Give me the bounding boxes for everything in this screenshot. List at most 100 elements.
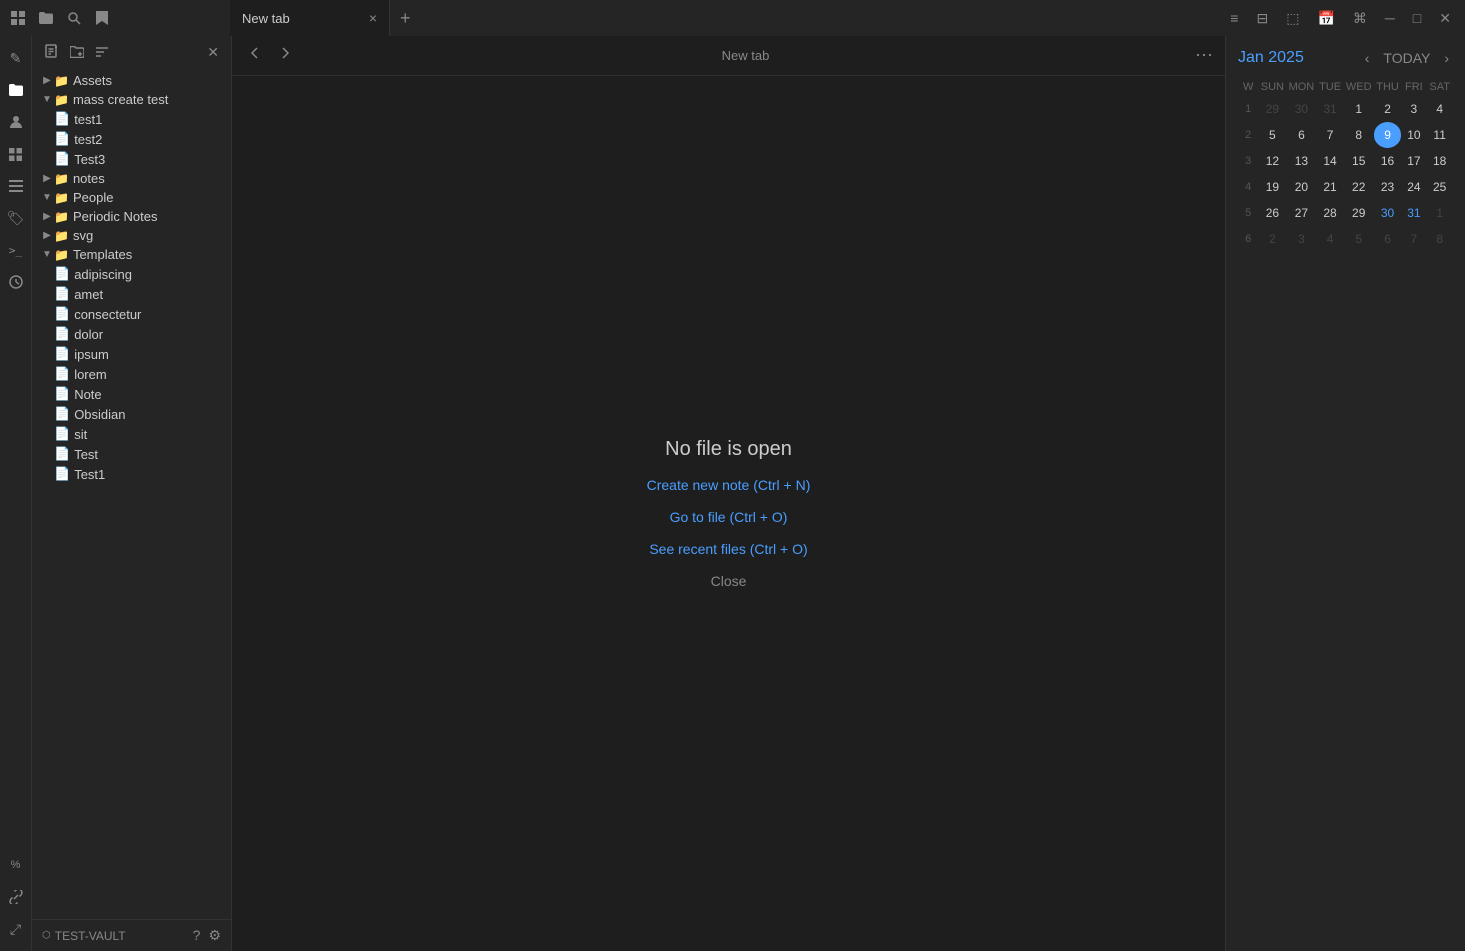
calendar-day[interactable]: 3 — [1401, 96, 1426, 122]
calendar-day[interactable]: 9 — [1374, 122, 1402, 148]
layout-icon[interactable]: ⊟ — [1250, 8, 1274, 29]
folder-nav-icon[interactable] — [2, 76, 30, 104]
calendar-day[interactable]: 29 — [1344, 200, 1374, 226]
calendar-day[interactable]: 26 — [1258, 200, 1286, 226]
calendar-day[interactable]: 20 — [1287, 174, 1317, 200]
week-number[interactable]: 6 — [1238, 226, 1258, 252]
calendar-day[interactable]: 24 — [1401, 174, 1426, 200]
calendar-day[interactable]: 27 — [1287, 200, 1317, 226]
go-to-file-link[interactable]: Go to file (Ctrl + O) — [670, 509, 788, 525]
tree-item-people[interactable]: ▼ 📁 People — [32, 188, 231, 207]
window-icon[interactable]: ⬚ — [1280, 8, 1305, 29]
calendar-day[interactable]: 28 — [1316, 200, 1344, 226]
calendar-day[interactable]: 8 — [1344, 122, 1374, 148]
calendar-day[interactable]: 22 — [1344, 174, 1374, 200]
week-number[interactable]: 4 — [1238, 174, 1258, 200]
close-link[interactable]: Close — [711, 573, 747, 589]
calendar-day[interactable]: 18 — [1426, 148, 1453, 174]
tree-item-ipsum[interactable]: 📄 ipsum — [32, 344, 231, 364]
calendar-day[interactable]: 7 — [1401, 226, 1426, 252]
calendar-day[interactable]: 5 — [1344, 226, 1374, 252]
calendar-next-button[interactable]: › — [1440, 48, 1453, 68]
calendar-day[interactable]: 30 — [1287, 96, 1317, 122]
see-recent-files-link[interactable]: See recent files (Ctrl + O) — [649, 541, 807, 557]
maximize-button[interactable]: □ — [1407, 8, 1427, 28]
people-icon[interactable] — [2, 108, 30, 136]
calendar-day[interactable]: 31 — [1316, 96, 1344, 122]
calendar-day[interactable]: 2 — [1374, 96, 1402, 122]
calendar-day[interactable]: 16 — [1374, 148, 1402, 174]
grid-icon[interactable] — [8, 8, 28, 28]
calendar-day[interactable]: 2 — [1258, 226, 1286, 252]
calendar-day[interactable]: 1 — [1344, 96, 1374, 122]
new-note-button[interactable] — [40, 42, 62, 63]
tab-close-button[interactable]: × — [369, 10, 377, 26]
tree-item-test2[interactable]: 📄 test2 — [32, 129, 231, 149]
week-number[interactable]: 3 — [1238, 148, 1258, 174]
tree-item-test-template[interactable]: 📄 Test — [32, 444, 231, 464]
calendar-day[interactable]: 30 — [1374, 200, 1402, 226]
collapse-button[interactable]: ✕ — [203, 42, 223, 63]
calendar-day[interactable]: 17 — [1401, 148, 1426, 174]
create-new-note-link[interactable]: Create new note (Ctrl + N) — [647, 477, 811, 493]
close-button[interactable]: ✕ — [1433, 8, 1457, 29]
tree-item-sit[interactable]: 📄 sit — [32, 424, 231, 444]
add-tab-button[interactable]: + — [390, 8, 421, 29]
calendar-day[interactable]: 19 — [1258, 174, 1286, 200]
calendar-day[interactable]: 4 — [1316, 226, 1344, 252]
back-button[interactable] — [244, 44, 266, 67]
list-icon[interactable] — [2, 172, 30, 200]
help-icon[interactable]: ? — [193, 927, 201, 944]
percent-icon[interactable]: % — [2, 851, 30, 879]
bookmark-icon[interactable] — [92, 8, 112, 28]
week-number[interactable]: 2 — [1238, 122, 1258, 148]
tree-item-notes[interactable]: ▶ 📁 notes — [32, 169, 231, 188]
tree-item-adipiscing[interactable]: 📄 adipiscing — [32, 264, 231, 284]
calendar-prev-button[interactable]: ‹ — [1361, 48, 1374, 68]
calendar-today-button[interactable]: TODAY — [1379, 48, 1434, 68]
link-icon[interactable] — [2, 883, 30, 911]
terminal-icon[interactable]: >_ — [2, 236, 30, 264]
calendar-day[interactable]: 14 — [1316, 148, 1344, 174]
calendar-day[interactable]: 3 — [1287, 226, 1317, 252]
calendar-day[interactable]: 11 — [1426, 122, 1453, 148]
calendar-day[interactable]: 15 — [1344, 148, 1374, 174]
grid-nav-icon[interactable] — [2, 140, 30, 168]
tree-item-assets[interactable]: ▶ 📁 Assets — [32, 71, 231, 90]
tree-item-dolor[interactable]: 📄 dolor — [32, 324, 231, 344]
search-icon[interactable] — [64, 8, 84, 28]
tree-item-periodic-notes[interactable]: ▶ 📁 Periodic Notes — [32, 207, 231, 226]
tree-item-test3[interactable]: 📄 Test3 — [32, 149, 231, 169]
calendar-day[interactable]: 6 — [1287, 122, 1317, 148]
tree-item-templates[interactable]: ▼ 📁 Templates — [32, 245, 231, 264]
tree-item-svg[interactable]: ▶ 📁 svg — [32, 226, 231, 245]
settings-gear-icon[interactable]: ⚙ — [208, 927, 221, 944]
week-number[interactable]: 5 — [1238, 200, 1258, 226]
folder-icon[interactable] — [36, 8, 56, 28]
more-options-button[interactable]: ⋯ — [1195, 45, 1213, 66]
sort-button[interactable] — [92, 43, 112, 63]
calendar-day[interactable]: 12 — [1258, 148, 1286, 174]
calendar-day[interactable]: 13 — [1287, 148, 1317, 174]
edit-icon[interactable]: ✎ — [2, 44, 30, 72]
clock-icon[interactable] — [2, 268, 30, 296]
new-folder-button[interactable] — [66, 43, 88, 63]
new-tab[interactable]: New tab × — [230, 0, 390, 36]
command-icon[interactable]: ⌘ — [1347, 8, 1373, 29]
calendar-day[interactable]: 8 — [1426, 226, 1453, 252]
calendar-icon[interactable]: 📅 — [1311, 8, 1340, 29]
tree-item-test1[interactable]: 📄 test1 — [32, 109, 231, 129]
calendar-day[interactable]: 1 — [1426, 200, 1453, 226]
forward-button[interactable] — [274, 44, 296, 67]
list-view-icon[interactable]: ≡ — [1224, 8, 1244, 28]
tag-icon[interactable]: 🏷 — [2, 204, 30, 232]
week-number[interactable]: 1 — [1238, 96, 1258, 122]
minimize-button[interactable]: ─ — [1379, 8, 1401, 28]
calendar-day[interactable]: 23 — [1374, 174, 1402, 200]
calendar-day[interactable]: 6 — [1374, 226, 1402, 252]
tree-item-test1-template[interactable]: 📄 Test1 — [32, 464, 231, 484]
tree-item-obsidian[interactable]: 📄 Obsidian — [32, 404, 231, 424]
tree-item-note[interactable]: 📄 Note — [32, 384, 231, 404]
expand-icon[interactable]: ⤢ — [2, 915, 30, 943]
tree-item-mass-create-test[interactable]: ▼ 📁 mass create test — [32, 90, 231, 109]
